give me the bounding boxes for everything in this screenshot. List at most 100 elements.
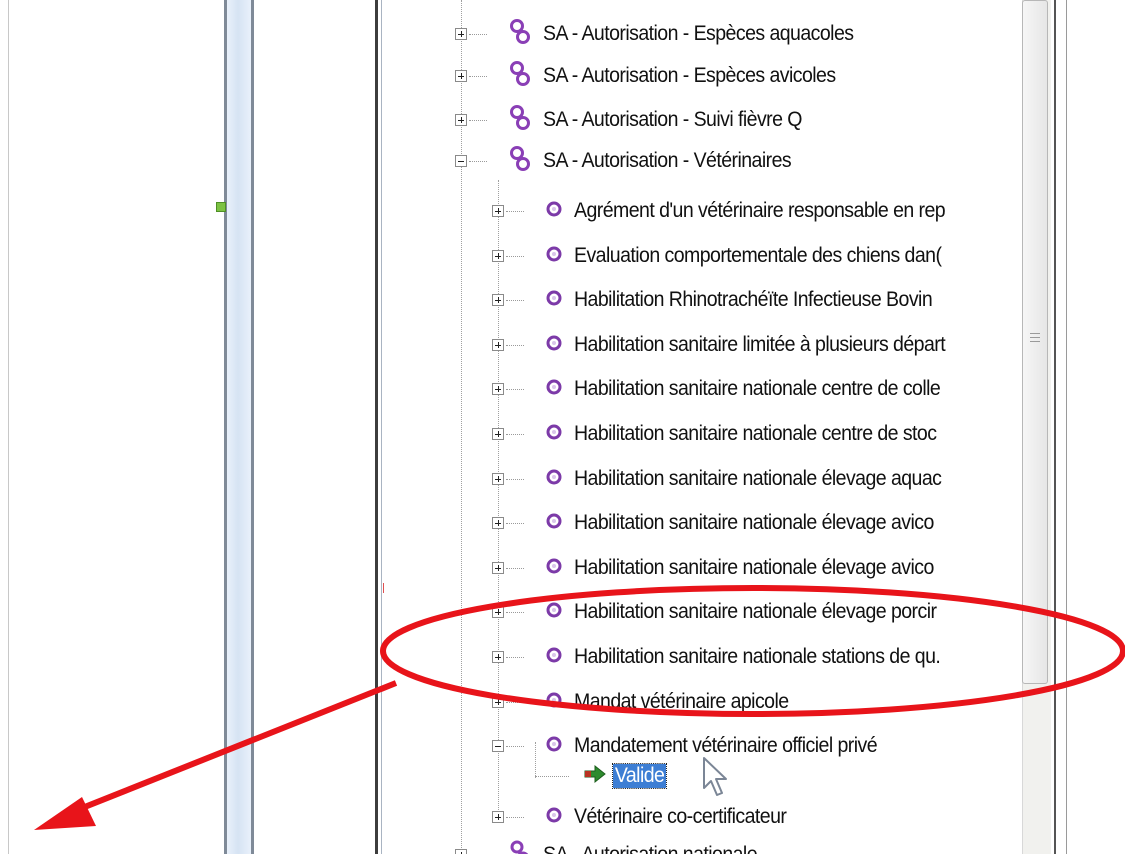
tree-item[interactable]: Habilitation sanitaire nationale élevage…: [492, 460, 969, 498]
tree-item[interactable]: Agrément d'un vétérinaire responsable en…: [492, 192, 973, 230]
tree-connector: [506, 522, 524, 524]
tree-connector: [469, 33, 487, 35]
ring-icon: [546, 602, 562, 623]
ring-icon: [546, 558, 562, 579]
tree-item[interactable]: Habilitation sanitaire nationale centre …: [492, 415, 964, 453]
linked-circles-icon: [509, 60, 531, 93]
tree-item-label: Mandatement vétérinaire officiel privé: [574, 734, 878, 757]
ring-icon: [546, 647, 562, 668]
tree-item[interactable]: Mandat vétérinaire apicole: [492, 683, 805, 721]
tree-item-state[interactable]: Valide: [535, 757, 670, 795]
tree-item[interactable]: Habilitation sanitaire nationale élevage…: [492, 549, 961, 587]
tree-item-label: Mandat vétérinaire apicole: [574, 690, 789, 713]
right-panel-edge: [1066, 0, 1067, 854]
ring-icon: [546, 424, 562, 445]
tree-connector: [506, 255, 524, 257]
linked-circles-icon: [509, 18, 531, 51]
tree-item-label: SA - Autorisation - Vétérinaires: [543, 149, 792, 172]
splitter-grip-handle[interactable]: [216, 202, 226, 212]
expand-plus-icon[interactable]: [455, 849, 467, 854]
tree-item[interactable]: Habilitation Rhinotrachéïte Infectieuse …: [492, 281, 959, 319]
tree-item-label: Habilitation sanitaire nationale station…: [574, 645, 941, 668]
tree-connector: [506, 210, 524, 212]
tree-connector: [506, 433, 524, 435]
tree-group[interactable]: SA - Autorisation - Espèces avicoles: [455, 57, 858, 95]
tree-connector: [535, 775, 569, 777]
expand-plus-icon[interactable]: [492, 428, 504, 440]
tree-item-label: Habilitation sanitaire limitée à plusieu…: [574, 333, 946, 356]
tree-connector: [506, 344, 524, 346]
expand-plus-icon[interactable]: [455, 28, 467, 40]
tree-connector: [506, 816, 524, 818]
tree-item-veterinaire-co-certificateur[interactable]: Vétérinaire co-certificateur: [492, 798, 802, 836]
expand-plus-icon[interactable]: [492, 651, 504, 663]
tree-item-label[interactable]: Valide: [612, 763, 668, 789]
tree-group[interactable]: SA - Autorisation - Vétérinaires: [455, 142, 810, 180]
tree-connector: [506, 611, 524, 613]
tree-connector: [506, 567, 524, 569]
expand-plus-icon[interactable]: [492, 294, 504, 306]
linked-circles-icon: [509, 145, 531, 178]
expand-plus-icon[interactable]: [492, 205, 504, 217]
tree-item-label: Agrément d'un vétérinaire responsable en…: [574, 199, 946, 222]
tree-item[interactable]: Habilitation sanitaire nationale élevage…: [492, 504, 961, 542]
tree-item-label: Habilitation sanitaire nationale élevage…: [574, 467, 942, 490]
expand-plus-icon[interactable]: [492, 250, 504, 262]
ring-icon: [546, 469, 562, 490]
left-panel-border: [8, 0, 9, 854]
expand-plus-icon[interactable]: [455, 70, 467, 82]
ring-icon: [546, 736, 562, 757]
tree-connector: [506, 299, 524, 301]
tree-connector: [506, 388, 524, 390]
tree-item[interactable]: Habilitation sanitaire nationale station…: [492, 638, 968, 676]
tree-item[interactable]: Habilitation sanitaire nationale centre …: [492, 370, 968, 408]
tree-view[interactable]: SA - Autorisation - Espèces aquacoles SA …: [382, 0, 1022, 854]
scrollbar-grip-icon: [1030, 333, 1040, 345]
mouse-pointer-icon: [702, 756, 734, 803]
linked-circles-icon: [509, 840, 531, 854]
ring-icon: [546, 246, 562, 267]
ring-icon: [546, 379, 562, 400]
expand-plus-icon[interactable]: [455, 114, 467, 126]
ring-icon: [546, 335, 562, 356]
right-panel-border: [1054, 0, 1056, 854]
tree-item[interactable]: Habilitation sanitaire nationale élevage…: [492, 593, 964, 631]
expand-plus-icon[interactable]: [492, 517, 504, 529]
expand-plus-icon[interactable]: [492, 696, 504, 708]
green-arrow-icon: [583, 764, 607, 789]
tree-item-label: Habilitation sanitaire nationale centre …: [574, 377, 941, 400]
tree-item-label: Habilitation sanitaire nationale centre …: [574, 422, 937, 445]
annotation-arrow-head: [34, 797, 96, 830]
expand-plus-icon[interactable]: [492, 473, 504, 485]
ring-icon: [546, 201, 562, 222]
collapse-minus-icon[interactable]: [455, 155, 467, 167]
tree-connector: [506, 745, 524, 747]
expand-plus-icon[interactable]: [492, 339, 504, 351]
tree-item-label: Habilitation sanitaire nationale élevage…: [574, 556, 934, 579]
tree-item-label: SA - Autorisation - Espèces avicoles: [543, 64, 836, 87]
expand-plus-icon[interactable]: [492, 562, 504, 574]
expand-plus-icon[interactable]: [492, 606, 504, 618]
tree-item[interactable]: Evaluation comportementale des chiens da…: [492, 237, 969, 275]
tree-item-label: Habilitation sanitaire nationale élevage…: [574, 511, 934, 534]
tree-connector: [506, 701, 524, 703]
ring-icon: [546, 692, 562, 713]
panel-splitter[interactable]: [224, 0, 254, 854]
tree-connector: [469, 160, 487, 162]
tree-connector: [469, 75, 487, 77]
tree-group[interactable]: SA - Autorisation - Espèces aquacoles: [455, 15, 877, 53]
expand-plus-icon[interactable]: [492, 811, 504, 823]
ring-icon: [546, 513, 562, 534]
expand-plus-icon[interactable]: [492, 383, 504, 395]
tree-connector: [469, 119, 487, 121]
collapse-minus-icon[interactable]: [492, 740, 504, 752]
tree-item-label: SA - Autorisation - Espèces aquacoles: [543, 22, 854, 45]
tree-item-label: Habilitation Rhinotrachéïte Infectieuse …: [574, 288, 933, 311]
tree-group[interactable]: SA - Autorisation - Suivi fièvre Q: [455, 101, 821, 139]
tree-item[interactable]: Habilitation sanitaire limitée à plusieu…: [492, 326, 973, 364]
tree-item-label: Evaluation comportementale des chiens da…: [574, 244, 942, 267]
tree-item-label: Vétérinaire co-certificateur: [574, 805, 787, 828]
tree-item-label: SA - Autorisation nationale: [543, 843, 758, 854]
ring-icon: [546, 807, 562, 828]
tree-group-sa-autorisation-nationale[interactable]: SA - Autorisation nationale: [455, 836, 773, 854]
